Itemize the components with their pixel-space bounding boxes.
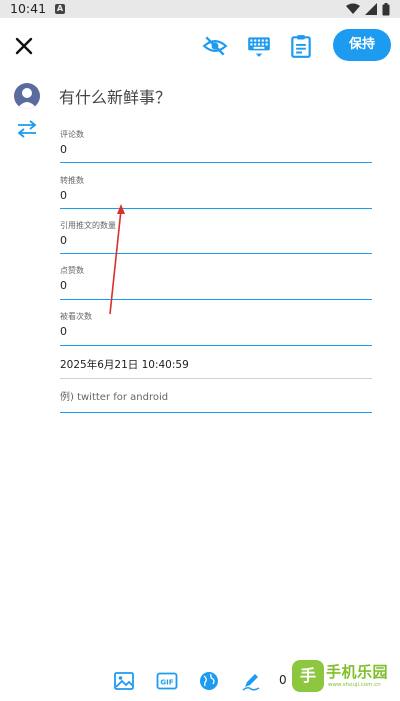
view-count-field[interactable]: 被看次数 0 — [60, 312, 372, 346]
user-icon — [17, 88, 37, 109]
image-icon[interactable] — [113, 670, 135, 692]
save-button[interactable]: 保持 — [333, 29, 391, 61]
field-label: 转推数 — [60, 176, 84, 185]
swap-account-icon[interactable] — [15, 119, 39, 139]
watermark: 手 手机乐园 www.shouji.com.cn — [292, 660, 392, 698]
like-count-field[interactable]: 点赞数 0 — [60, 266, 372, 300]
quote-count-field[interactable]: 引用推文的数量 0 — [60, 221, 372, 254]
globe-icon[interactable] — [198, 670, 220, 692]
notification-icon: A — [55, 4, 65, 14]
close-icon[interactable] — [12, 34, 36, 58]
wifi-icon — [346, 3, 360, 14]
field-label: 被看次数 — [60, 312, 92, 321]
client-input[interactable]: 例) twitter for android — [60, 388, 372, 413]
status-time: 10:41 — [10, 1, 47, 16]
draw-icon[interactable] — [240, 670, 262, 692]
field-value[interactable]: 0 — [60, 234, 372, 248]
status-bar: 10:41 A — [0, 0, 400, 18]
top-toolbar: 保持 — [0, 18, 400, 72]
retweet-count-field[interactable]: 转推数 0 — [60, 176, 372, 209]
watermark-logo: 手 — [292, 660, 324, 692]
signal-icon — [365, 3, 377, 15]
field-label: 评论数 — [60, 130, 84, 139]
visibility-off-icon[interactable] — [202, 33, 228, 59]
reply-count-field[interactable]: 评论数 0 — [60, 130, 372, 163]
character-count: 0 — [279, 673, 287, 687]
clipboard-icon[interactable] — [288, 33, 314, 59]
field-value[interactable]: 0 — [60, 189, 372, 203]
field-label: 点赞数 — [60, 266, 84, 275]
keyboard-icon[interactable] — [246, 33, 272, 59]
field-value[interactable]: 0 — [60, 279, 372, 293]
svg-text:GIF: GIF — [160, 679, 173, 687]
field-label: 引用推文的数量 — [60, 221, 116, 230]
avatar[interactable] — [14, 83, 40, 109]
datetime-picker[interactable]: 2025年6月21日 10:40:59 — [60, 352, 372, 379]
watermark-url: www.shouji.com.cn — [328, 682, 381, 688]
field-value[interactable]: 0 — [60, 143, 372, 157]
battery-icon — [382, 2, 390, 15]
watermark-title: 手机乐园 — [326, 663, 389, 681]
gif-icon[interactable]: GIF — [156, 670, 178, 692]
compose-input[interactable]: 有什么新鲜事？ — [59, 84, 171, 108]
status-indicators — [346, 2, 390, 15]
field-value[interactable]: 0 — [60, 325, 372, 339]
